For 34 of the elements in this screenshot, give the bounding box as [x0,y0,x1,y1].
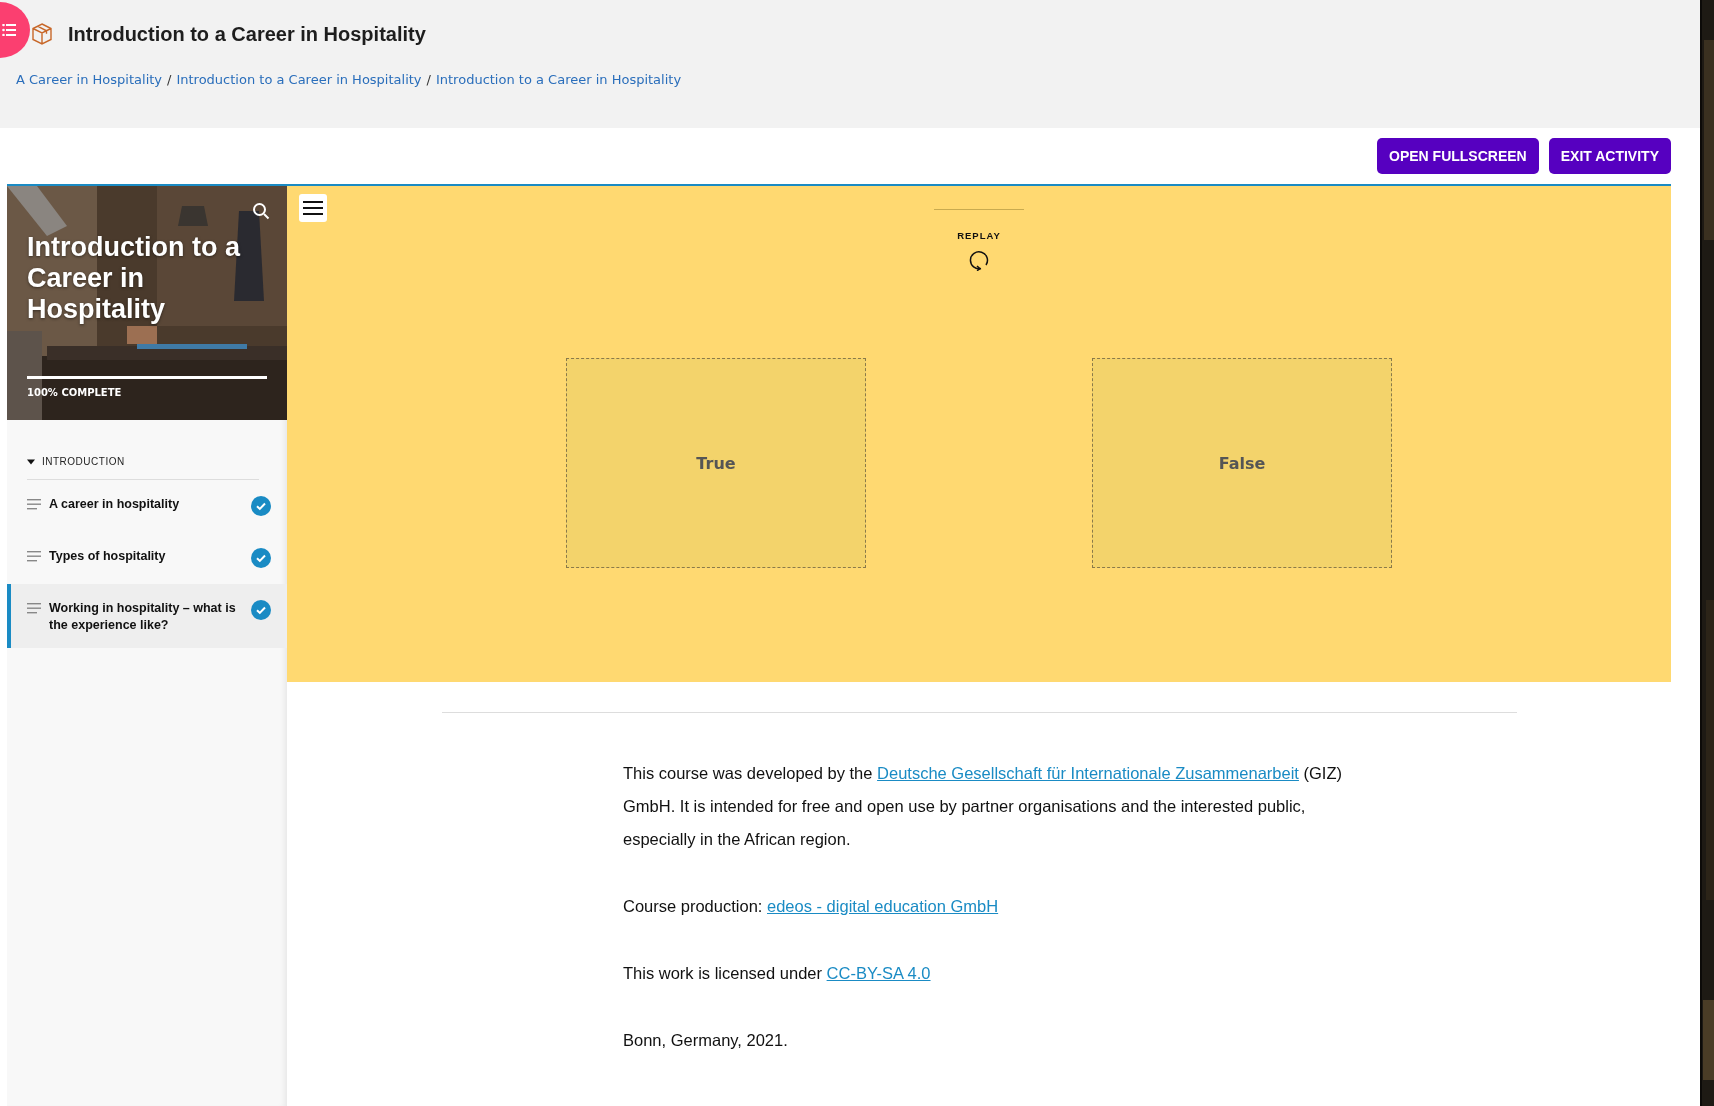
course-title: Introduction to a Career in Hospitality [27,232,242,325]
lesson-item[interactable]: A career in hospitality [7,480,287,532]
breadcrumb-link[interactable]: Introduction to a Career in Hospitality [435,72,682,87]
menu-button[interactable] [299,194,327,222]
search-icon [252,202,270,220]
footer-link[interactable]: Deutsche Gesellschaft für Internationale Zusammenarbeit [877,764,1299,782]
footer-paragraph: Course production: edeos - digital education GmbH [623,896,1000,917]
lesson-item[interactable]: Working in hospitality – what is the experience like? [7,584,287,648]
text-lines-icon [27,551,41,562]
list-icon [2,24,16,36]
footer-link[interactable]: edeos - digital education GmbH [767,897,999,915]
breadcrumb-separator: / [167,72,172,87]
footer-link[interactable]: CC-BY-SA 4.0 [826,964,931,982]
section-header[interactable]: INTRODUCTION [27,456,259,480]
fullscreen-button[interactable]: OPEN FULLSCREEN [1377,138,1539,174]
progress-label: 100% COMPLETE [27,387,123,398]
replay-icon [968,249,990,271]
breadcrumb-link[interactable]: Introduction to a Career in Hospitality [176,72,422,87]
page-title: Introduction to a Career in Hospitality [68,22,426,46]
menu-icon [303,201,323,215]
exit-button[interactable]: EXIT ACTIVITY [1548,138,1671,174]
footer-paragraph: Bonn, Germany, 2021. [623,1030,789,1051]
search-button[interactable] [251,202,271,222]
footer-paragraph: This course was developed by the Deutsche Gesellschaft für Internationale Zusammenarbeit (GIZ) GmbH. It is intended for free and open use by partner organisations and the interested public, especially in the African region. [623,763,1344,850]
replay-button[interactable]: REPLAY [957,230,1001,271]
footer-paragraph: This work is licensed under CC-BY-SA 4.0 [623,963,932,984]
text-lines-icon [27,603,41,614]
breadcrumb-link[interactable]: A Career in Hospitality [16,72,163,87]
box-icon [30,22,54,46]
breadcrumb-separator: / [426,72,431,87]
drop-zone[interactable]: False [1092,358,1392,568]
lesson-item[interactable]: Types of hospitality [7,532,287,584]
text-lines-icon [27,499,41,510]
drop-zone[interactable]: True [566,358,866,568]
